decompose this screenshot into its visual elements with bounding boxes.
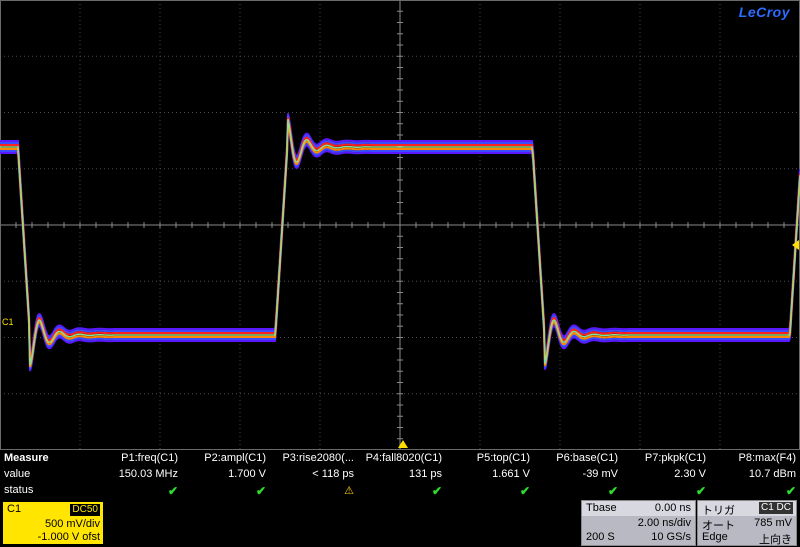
channel-descriptor[interactable]: C1 DC50 500 mV/div -1.000 V ofst <box>3 502 103 544</box>
check-icon: ✔ <box>695 484 706 498</box>
trigger-descriptor[interactable]: トリガ C1 DC オート 785 mV Edge 上向き <box>697 500 797 546</box>
bottom-bar: C1 DC50 500 mV/div -1.000 V ofst Tbase 0… <box>0 500 800 547</box>
timebase-title: Tbase <box>586 502 617 514</box>
measure-param-name[interactable]: P5:top(C1) <box>436 452 530 464</box>
measure-param-value: 2.30 V <box>674 468 706 480</box>
trigger-level: 785 mV <box>754 517 792 529</box>
measure-param-name[interactable]: P8:max(F4) <box>702 452 796 464</box>
volts-per-div: 500 mV/div <box>44 518 100 530</box>
trigger-type: Edge <box>702 531 728 543</box>
status-label: status <box>4 484 34 496</box>
measure-title: Measure <box>4 452 49 464</box>
check-icon: ✔ <box>255 484 266 498</box>
channel-offset: -1.000 V ofst <box>37 531 100 543</box>
brand-logo: LeCroy <box>738 4 790 20</box>
measure-param-value: 150.03 MHz <box>118 468 178 480</box>
measure-param-value: 1.700 V <box>228 468 266 480</box>
sample-rate: 10 GS/s <box>651 531 691 543</box>
channel-name: C1 <box>7 503 22 515</box>
measure-status-row: status ✔ ✔ ⚠ ✔ ✔ ✔ ✔ ✔ <box>0 484 800 498</box>
check-icon: ✔ <box>167 484 178 498</box>
channel-marker-label: C1 <box>2 317 14 327</box>
trigger-position-icon[interactable] <box>398 440 408 448</box>
measure-param-value: < 118 ps <box>312 468 354 480</box>
value-label: value <box>4 468 31 480</box>
measure-header-row: Measure P1:freq(C1) P2:ampl(C1) P3:rise208… <box>0 452 800 466</box>
trigger-title: トリガ <box>702 505 735 517</box>
timebase-delay: 0.00 ns <box>654 502 691 514</box>
channel-marker[interactable]: C1 <box>2 318 14 327</box>
measure-param-name[interactable]: P2:ampl(C1) <box>172 452 266 464</box>
measure-param-value: 1.661 V <box>492 468 530 480</box>
measure-param-name[interactable]: P6:base(C1) <box>524 452 618 464</box>
trigger-slope: 上向き <box>759 534 792 546</box>
measure-param-name[interactable]: P4:fall8020(C1) <box>348 452 442 464</box>
sample-count: 200 S <box>586 531 615 543</box>
trace-band <box>0 117 800 364</box>
waveform-display[interactable]: LeCroy C1 <box>0 0 800 450</box>
measure-param-value: -39 mV <box>582 468 618 480</box>
trigger-level-icon[interactable] <box>792 240 799 250</box>
check-icon: ✔ <box>431 484 442 498</box>
measure-param-name[interactable]: P3:rise2080(... <box>260 452 354 464</box>
trigger-source: C1 DC <box>758 502 793 514</box>
measure-panel: Measure P1:freq(C1) P2:ampl(C1) P3:rise208… <box>0 450 800 500</box>
measure-param-value: 131 ps <box>408 468 442 480</box>
measure-value-row: value 150.03 MHz 1.700 V < 118 ps 131 ps 1.6… <box>0 468 800 482</box>
warning-icon: ⚠ <box>344 485 354 497</box>
check-icon: ✔ <box>607 484 618 498</box>
check-icon: ✔ <box>785 484 796 498</box>
timebase-descriptor[interactable]: Tbase 0.00 ns 2.00 ns/div 200 S 10 GS/s <box>581 500 696 546</box>
measure-param-value: 10.7 dBm <box>748 468 796 480</box>
measure-param-name[interactable]: P7:pkpk(C1) <box>612 452 706 464</box>
trace-band <box>0 125 800 372</box>
coupling-badge: DC50 <box>70 504 100 516</box>
check-icon: ✔ <box>519 484 530 498</box>
trace-c1 <box>0 113 800 372</box>
time-per-div: 2.00 ns/div <box>637 517 691 529</box>
measure-param-name[interactable]: P1:freq(C1) <box>84 452 178 464</box>
